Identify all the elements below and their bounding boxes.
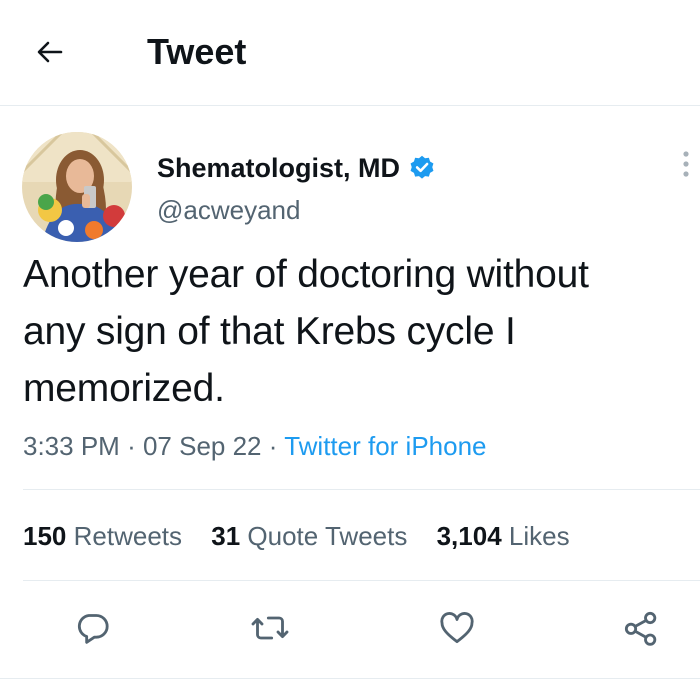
- heart-icon: [437, 608, 477, 653]
- tweet-text: Another year of doctoring without any si…: [23, 253, 589, 410]
- tweet-date[interactable]: 07 Sep 22: [143, 431, 262, 461]
- action-bar: [0, 600, 700, 660]
- retweets-count: 150: [23, 521, 67, 551]
- divider: [23, 489, 700, 490]
- likes-stat[interactable]: 3,104 Likes: [437, 516, 570, 556]
- retweets-stat[interactable]: 150 Retweets: [23, 516, 182, 556]
- tweet-stats: 150 Retweets 31 Quote Tweets 3,104 Likes: [23, 516, 592, 556]
- display-name[interactable]: Shematologist, MD: [157, 150, 400, 186]
- share-button[interactable]: [619, 608, 663, 652]
- retweets-label: Retweets: [73, 521, 183, 551]
- retweet-icon: [250, 608, 290, 653]
- tweet-source[interactable]: Twitter for iPhone: [284, 431, 486, 461]
- avatar[interactable]: [22, 132, 132, 242]
- retweet-button[interactable]: [248, 608, 292, 652]
- quote-tweets-count: 31: [211, 521, 241, 551]
- back-button[interactable]: [30, 34, 70, 74]
- quote-tweets-stat[interactable]: 31 Quote Tweets: [211, 516, 407, 556]
- share-icon: [621, 608, 661, 653]
- verified-badge-icon: [408, 154, 436, 182]
- divider: [0, 678, 700, 679]
- more-vertical-icon: [682, 149, 690, 184]
- profile-photo-icon: [22, 132, 132, 242]
- reply-icon: [73, 608, 113, 653]
- author-name-row: Shematologist, MD: [157, 150, 436, 186]
- arrow-left-icon: [35, 37, 65, 72]
- divider: [23, 580, 700, 581]
- likes-label: Likes: [508, 521, 570, 551]
- reply-button[interactable]: [71, 608, 115, 652]
- likes-count: 3,104: [436, 521, 502, 551]
- page-title: Tweet: [147, 31, 247, 72]
- meta-separator: ·: [268, 431, 278, 461]
- tweet-meta: 3:33 PM · 07 Sep 22 · Twitter for iPhone: [23, 426, 487, 466]
- top-bar: Tweet: [0, 0, 700, 106]
- quote-tweets-label: Quote Tweets: [247, 521, 408, 551]
- author-handle[interactable]: @acweyand: [157, 193, 300, 227]
- meta-separator: ·: [127, 431, 136, 461]
- tweet-time[interactable]: 3:33 PM: [23, 431, 120, 461]
- like-button[interactable]: [435, 608, 479, 652]
- more-options-button[interactable]: [672, 148, 700, 184]
